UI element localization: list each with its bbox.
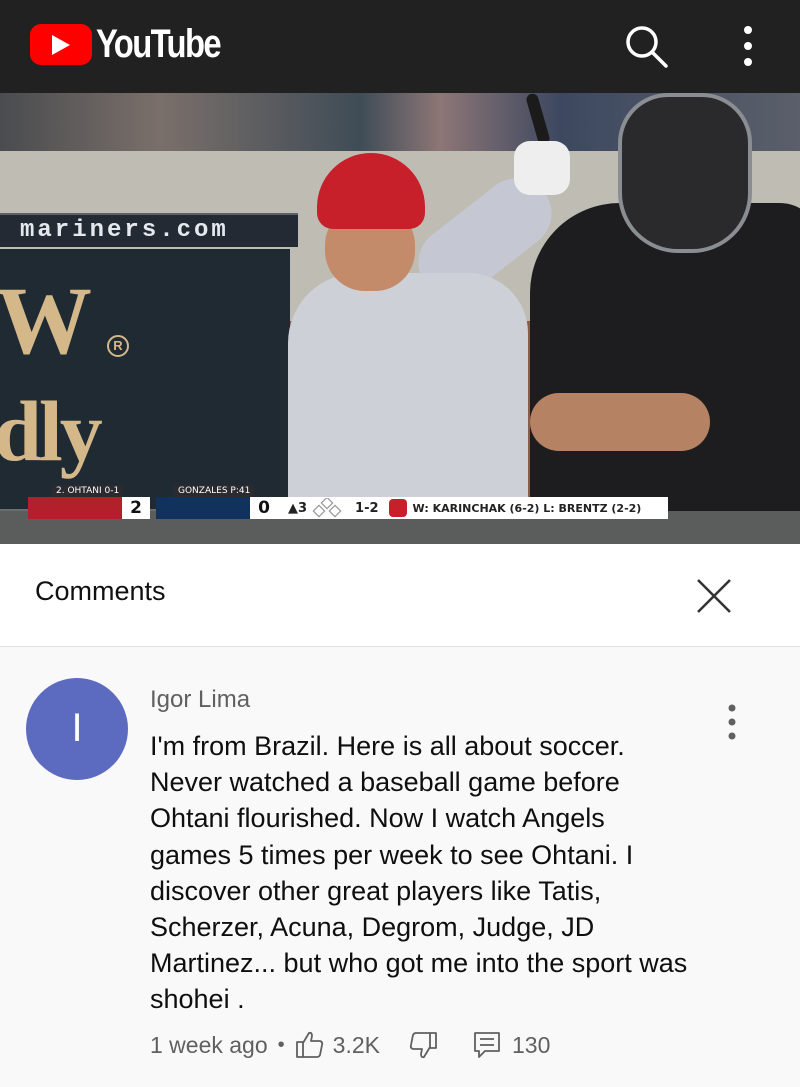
thumbs-up-icon[interactable] [295,1030,325,1060]
team-logo-icon [388,499,407,517]
youtube-wordmark: YouTube [96,22,222,66]
video-ad-text-w: W [0,267,92,374]
comment-author[interactable]: Igor Lima [150,686,250,714]
scorebug: 2. OHTANI 0-1 GONZALES P:41 2 0 ▲3 1-2 W… [28,485,668,531]
more-vert-icon[interactable] [728,22,768,70]
scorebug-count: 1-2 [355,500,379,516]
reply-icon[interactable] [472,1030,502,1060]
top-app-bar: YouTube [0,0,800,93]
youtube-play-icon [30,23,92,65]
comment-time: 1 week ago [150,1031,268,1058]
video-umpire-arm [530,393,710,451]
video-sign-text: mariners.com [20,217,229,244]
comment-item: I Igor Lima I'm from Brazil. Here is all… [0,648,800,1087]
youtube-logo[interactable]: YouTube [30,22,247,66]
video-batter-glove [514,141,570,195]
comment-more-icon[interactable] [720,702,744,742]
scorebug-inning: ▲3 [288,500,308,516]
search-icon[interactable] [622,22,670,70]
scorebug-team2: 0 [156,497,278,519]
like-count: 3.2K [332,1031,380,1058]
scorebug-team1: 2 [28,497,150,519]
video-umpire-mask [618,93,752,253]
video-player[interactable]: mariners.com W R dly [0,93,800,544]
video-ad-text-dly: dly [0,383,103,479]
comments-title: Comments [35,576,166,606]
scorebug-team1-score: 2 [122,497,150,519]
avatar[interactable]: I [26,678,128,780]
comment-actions: 1 week ago • 3.2K 130 [150,1028,550,1062]
meta-separator: • [277,1033,285,1056]
close-icon[interactable] [690,572,738,620]
bases-icon [312,498,342,518]
scorebug-team1-label: 2. OHTANI 0-1 [52,485,124,497]
reply-count: 130 [511,1031,551,1058]
comments-header: Comments [0,544,800,647]
registered-mark: R [107,335,129,357]
scorebug-info: ▲3 1-2 W: KARINCHAK (6-2) L: BRENTZ (2-2… [278,497,668,519]
scorebug-team2-label: GONZALES P:41 [174,485,255,497]
scorebug-team2-score: 0 [250,497,278,519]
comment-text: I'm from Brazil. Here is all about socce… [150,731,688,1015]
thumbs-down-icon[interactable] [408,1030,438,1060]
scorebug-pitchers: W: KARINCHAK (6-2) L: BRENTZ (2-2) [412,501,642,515]
